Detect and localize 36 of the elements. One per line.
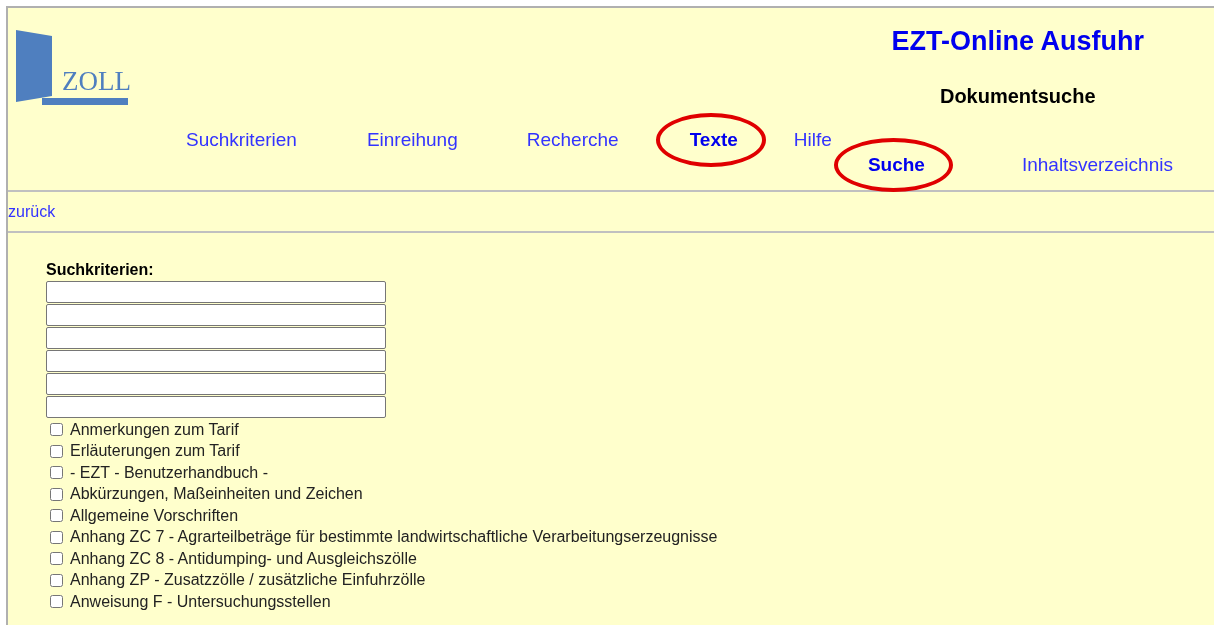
checkbox[interactable]: [50, 530, 63, 544]
nav-link[interactable]: Inhaltsverzeichnis: [1021, 154, 1173, 176]
search-field[interactable]: [46, 304, 386, 326]
logo-text: ZOLL: [62, 66, 130, 96]
search-field[interactable]: [46, 373, 386, 395]
nav-link[interactable]: Suche: [867, 154, 925, 176]
search-field[interactable]: [46, 281, 386, 303]
checkbox[interactable]: [50, 487, 63, 501]
checkbox-label: Anweisung F - Untersuchungsstellen: [70, 592, 331, 611]
field-label: Suchkriterien:: [46, 261, 155, 279]
nav-link[interactable]: Suchkriterien: [186, 129, 297, 151]
nav-link[interactable]: Recherche: [526, 129, 619, 151]
nav-link[interactable]: Einreihung: [366, 129, 458, 151]
search-field[interactable]: [46, 396, 386, 418]
checkbox[interactable]: [50, 466, 63, 480]
nav-link[interactable]: Texte: [689, 129, 738, 151]
checkbox[interactable]: [50, 595, 63, 609]
checkbox[interactable]: [50, 552, 63, 566]
checkbox-label: Erläuterungen zum Tarif: [70, 442, 240, 461]
checkbox[interactable]: [50, 573, 63, 587]
search-field[interactable]: [46, 350, 386, 372]
checkbox[interactable]: [50, 423, 63, 437]
app-title: EZT-Online Ausfuhr: [891, 26, 1144, 57]
checkbox-label: Anhang ZP - Zusatzzölle / zusätzliche Einfuhrzölle: [70, 571, 426, 590]
back-link[interactable]: zurück: [8, 202, 56, 221]
checkbox-label: Anhang ZC 8 - Antidumping- und Ausgleichszölle: [70, 549, 417, 568]
checkbox-label: - EZT - Benutzerhandbuch -: [70, 463, 269, 482]
page-title: Dokumentsuche: [939, 85, 1096, 108]
checkbox-label: Anmerkungen zum Tarif: [70, 420, 239, 439]
nav-link[interactable]: Hilfe: [793, 129, 832, 151]
checkbox[interactable]: [50, 444, 63, 458]
checkbox-label: Abkürzungen, Maßeinheiten und Zeichen: [70, 485, 363, 504]
search-field[interactable]: [46, 327, 386, 349]
checkbox-label: Allgemeine Vorschriften: [70, 506, 239, 525]
checkbox-label: Anhang ZC 7 - Agrarteilbeträge für bestimmte landwirtschaftliche Verarbeitungserzeugnisse: [70, 528, 718, 547]
checkbox[interactable]: [50, 509, 63, 523]
